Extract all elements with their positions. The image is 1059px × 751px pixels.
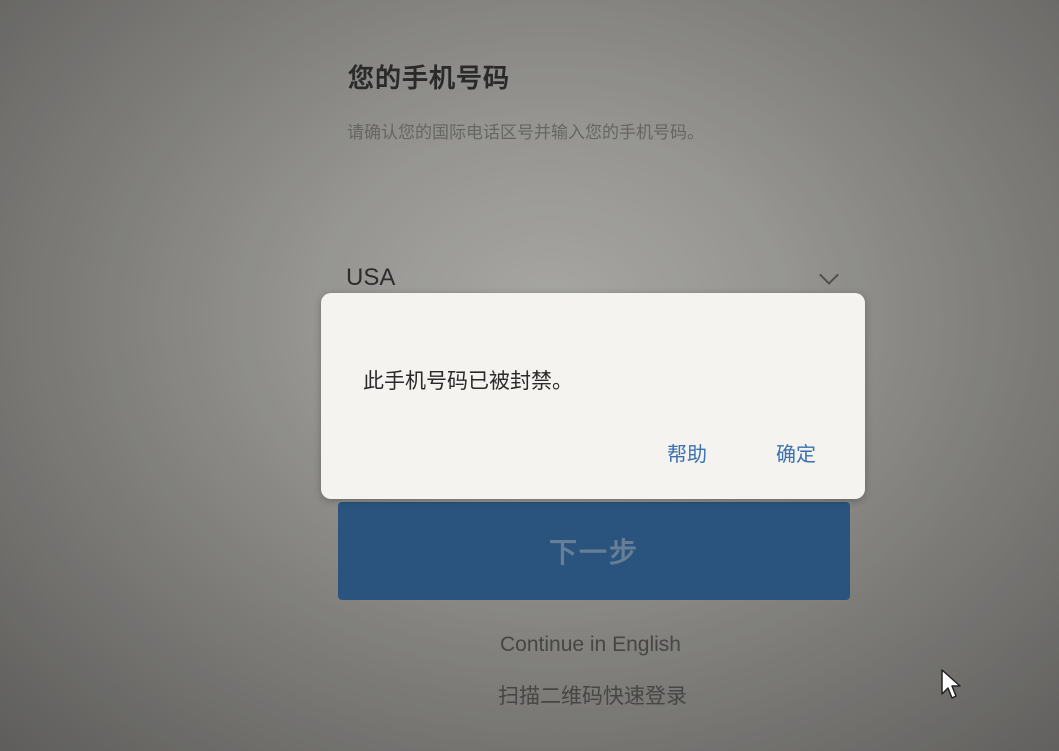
ok-button[interactable]: 确定	[776, 438, 816, 467]
alert-dialog: 此手机号码已被封禁。 帮助 确定	[321, 293, 865, 499]
help-button[interactable]: 帮助	[667, 438, 707, 467]
mouse-cursor-icon	[941, 669, 961, 699]
dialog-message: 此手机号码已被封禁。	[363, 369, 573, 393]
